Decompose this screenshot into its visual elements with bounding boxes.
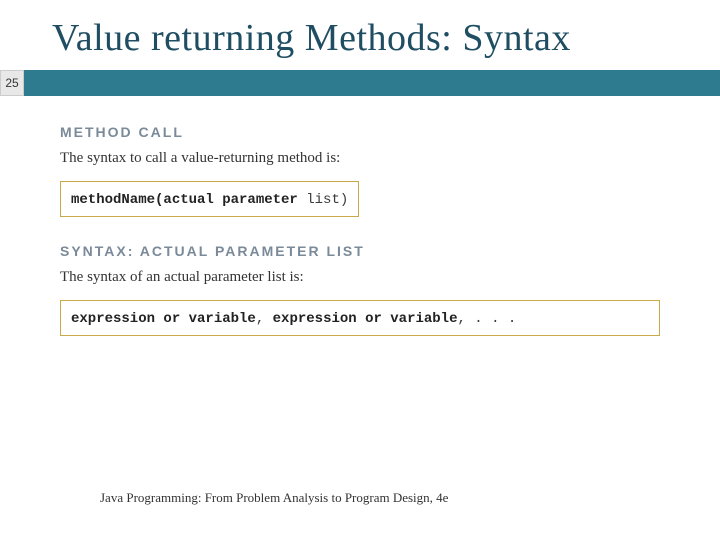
param-list-code-box: expression or variable, expression or va… xyxy=(60,300,660,336)
code-line: expression or variable, expression or va… xyxy=(71,311,516,327)
page-number-badge: 25 xyxy=(0,70,24,96)
code-plain-part: list) xyxy=(298,192,348,208)
title-bar: 25 xyxy=(0,70,720,96)
code-expr1: expression or variable xyxy=(71,311,256,327)
footer-text: Java Programming: From Problem Analysis … xyxy=(100,490,448,506)
param-list-text: The syntax of an actual parameter list i… xyxy=(60,269,660,286)
param-list-heading: SYNTAX: ACTUAL PARAMETER LIST xyxy=(60,243,660,259)
content-area: METHOD CALL The syntax to call a value-r… xyxy=(0,96,720,336)
method-call-code-box: methodName(actual parameter list) xyxy=(60,181,359,217)
slide-title: Value returning Methods: Syntax xyxy=(0,0,720,70)
method-call-heading: METHOD CALL xyxy=(60,124,660,140)
code-bold-part: methodName(actual parameter xyxy=(71,192,298,208)
code-expr2: expression or variable xyxy=(273,311,458,327)
code-tail: , . . . xyxy=(458,311,517,327)
code-line: methodName(actual parameter list) xyxy=(71,192,348,208)
method-call-text: The syntax to call a value-returning met… xyxy=(60,150,660,167)
accent-bar xyxy=(24,70,720,96)
code-comma1: , xyxy=(256,311,273,327)
